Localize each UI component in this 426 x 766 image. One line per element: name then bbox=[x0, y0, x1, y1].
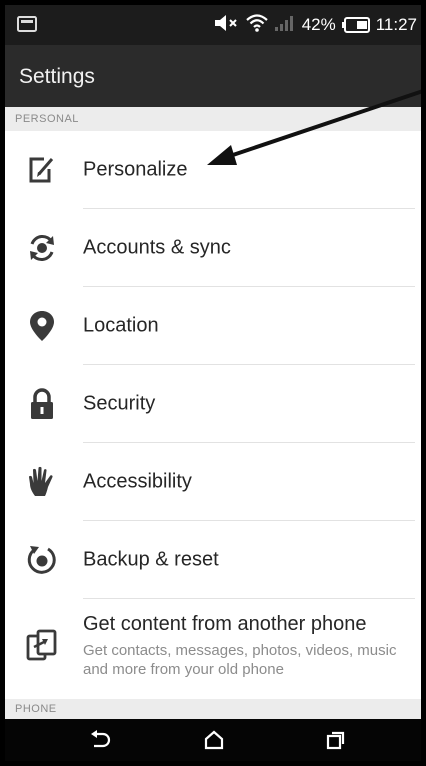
settings-item-label: Accounts & sync bbox=[83, 236, 231, 259]
notification-icon bbox=[17, 16, 37, 37]
device-screen: 42% 11:27 Settings PERSONAL Personalize … bbox=[0, 0, 426, 766]
home-icon[interactable] bbox=[201, 727, 227, 753]
back-icon[interactable] bbox=[87, 727, 113, 753]
section-header-phone: PHONE bbox=[5, 699, 421, 719]
settings-item-label: Get content from another phone bbox=[83, 613, 367, 635]
settings-item-accounts-sync[interactable]: Accounts & sync bbox=[5, 209, 421, 287]
settings-item-security[interactable]: Security bbox=[5, 365, 421, 443]
backup-icon bbox=[25, 543, 59, 577]
personalize-icon bbox=[25, 153, 59, 187]
settings-item-label: Security bbox=[83, 392, 156, 415]
settings-item-location[interactable]: Location bbox=[5, 287, 421, 365]
status-indicators: 42% 11:27 bbox=[214, 5, 417, 45]
settings-item-subtitle: Get contacts, messages, photos, videos, … bbox=[83, 642, 397, 678]
clock: 11:27 bbox=[375, 15, 417, 34]
hand-icon bbox=[25, 465, 59, 499]
location-pin-icon bbox=[25, 309, 59, 343]
battery-icon bbox=[341, 17, 370, 33]
settings-item-label: Personalize bbox=[83, 158, 188, 181]
lock-icon bbox=[25, 387, 59, 421]
settings-list: Personalize Accounts & sync Location Sec… bbox=[5, 131, 421, 691]
annotation-arrow bbox=[207, 89, 421, 165]
settings-item-get-content[interactable]: Get content from another phone Get conta… bbox=[5, 599, 421, 691]
navigation-bar bbox=[5, 719, 421, 761]
status-bar: 42% 11:27 bbox=[5, 5, 421, 45]
wifi-icon bbox=[245, 13, 268, 38]
settings-item-label: Accessibility bbox=[83, 470, 192, 493]
sync-icon bbox=[25, 231, 59, 265]
settings-item-label: Location bbox=[83, 314, 159, 337]
settings-item-backup-reset[interactable]: Backup & reset bbox=[5, 521, 421, 599]
recent-apps-icon[interactable] bbox=[323, 727, 349, 753]
transfer-icon bbox=[25, 628, 59, 662]
settings-item-label: Backup & reset bbox=[83, 548, 219, 571]
settings-item-accessibility[interactable]: Accessibility bbox=[5, 443, 421, 521]
volume-muted-icon bbox=[214, 14, 240, 37]
page-title: Settings bbox=[19, 65, 95, 88]
battery-percent: 42% bbox=[301, 15, 336, 34]
signal-icon bbox=[274, 14, 296, 37]
